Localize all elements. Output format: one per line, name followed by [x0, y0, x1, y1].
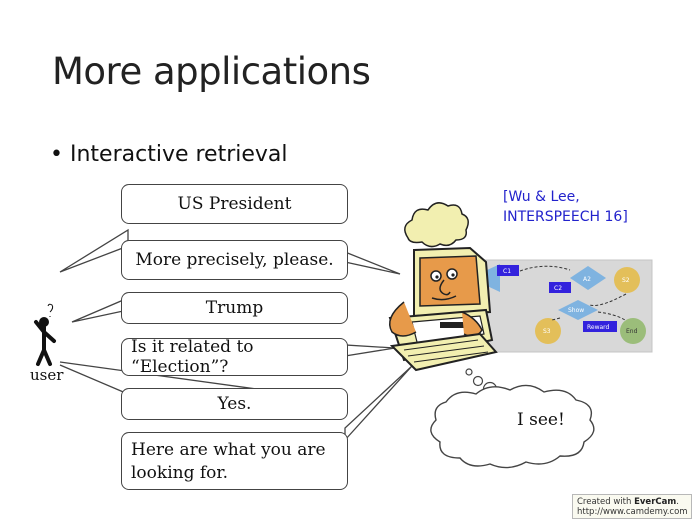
thought-bubble-icon	[430, 368, 595, 469]
slide: More applications • Interactive retrieva…	[0, 0, 698, 523]
watermark-line-1: Created with EverCam.	[577, 497, 679, 507]
thought-text: I see!	[517, 410, 565, 430]
evercam-watermark: Created with EverCam. http://www.camdemy…	[572, 494, 692, 519]
watermark-url: http://www.camdemy.com	[577, 507, 688, 517]
